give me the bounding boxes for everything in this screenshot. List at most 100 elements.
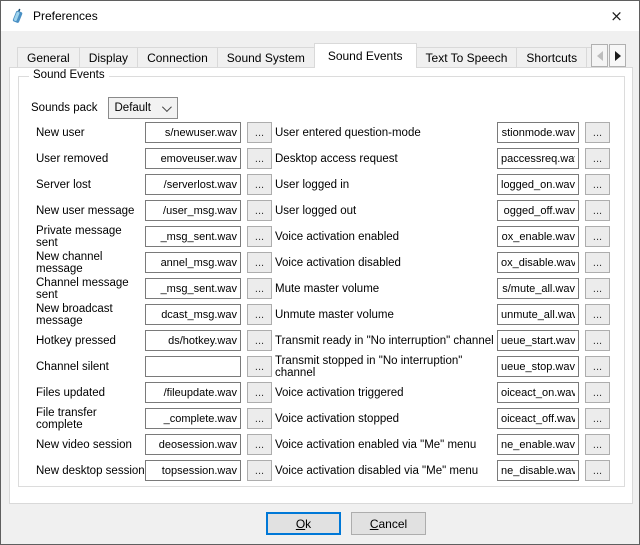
browse-button[interactable]: ... bbox=[247, 226, 272, 247]
browse-button[interactable]: ... bbox=[585, 382, 610, 403]
sound-file-input[interactable] bbox=[497, 304, 579, 325]
sound-event-row: New desktop session ... bbox=[36, 460, 272, 481]
sound-file-input[interactable] bbox=[497, 252, 579, 273]
tab-general[interactable]: General bbox=[17, 47, 80, 68]
sound-file-input[interactable] bbox=[145, 226, 241, 247]
sound-file-input[interactable] bbox=[497, 226, 579, 247]
tab-display[interactable]: Display bbox=[79, 47, 138, 68]
browse-button[interactable]: ... bbox=[585, 122, 610, 143]
sound-event-label: Mute master volume bbox=[275, 283, 497, 295]
sound-file-input[interactable] bbox=[145, 148, 241, 169]
browse-button[interactable]: ... bbox=[585, 408, 610, 429]
tab-scroll-right-button[interactable] bbox=[609, 44, 626, 67]
sound-file-input[interactable] bbox=[145, 330, 241, 351]
sound-file-input[interactable] bbox=[145, 174, 241, 195]
sound-event-row: New video session ... bbox=[36, 434, 272, 455]
sound-event-row: Transmit ready in "No interruption" chan… bbox=[275, 330, 610, 351]
tab-scroller bbox=[591, 44, 626, 67]
browse-button[interactable]: ... bbox=[585, 226, 610, 247]
cancel-button[interactable]: Cancel bbox=[351, 512, 426, 535]
sound-events-groupbox: Sound Events Sounds pack Default New use… bbox=[18, 76, 625, 487]
sound-event-label: User logged out bbox=[275, 205, 497, 217]
sound-event-label: User logged in bbox=[275, 179, 497, 191]
tab-shortcuts[interactable]: Shortcuts bbox=[516, 47, 587, 68]
sound-event-row: User entered question-mode ... bbox=[275, 122, 610, 143]
sound-file-input[interactable] bbox=[145, 434, 241, 455]
tab-sound-events[interactable]: Sound Events bbox=[314, 43, 417, 68]
sound-file-input[interactable] bbox=[497, 356, 579, 377]
sound-event-row: Channel silent ... bbox=[36, 356, 272, 377]
browse-button[interactable]: ... bbox=[247, 460, 272, 481]
sound-event-row: Channel message sent ... bbox=[36, 278, 272, 299]
browse-button[interactable]: ... bbox=[247, 356, 272, 377]
tab-sound-system[interactable]: Sound System bbox=[217, 47, 315, 68]
browse-button[interactable]: ... bbox=[247, 330, 272, 351]
browse-button[interactable]: ... bbox=[247, 148, 272, 169]
triangle-left-icon bbox=[597, 51, 603, 61]
browse-button[interactable]: ... bbox=[585, 200, 610, 221]
sound-file-input[interactable] bbox=[497, 200, 579, 221]
sound-file-input[interactable] bbox=[497, 174, 579, 195]
sound-event-row: File transfer complete ... bbox=[36, 408, 272, 429]
browse-button[interactable]: ... bbox=[247, 252, 272, 273]
close-button[interactable]: × bbox=[594, 1, 639, 30]
sound-event-row: Voice activation triggered ... bbox=[275, 382, 610, 403]
sound-event-row: Hotkey pressed ... bbox=[36, 330, 272, 351]
sound-file-input[interactable] bbox=[145, 356, 241, 377]
sounds-pack-value: Default bbox=[115, 102, 162, 114]
browse-button[interactable]: ... bbox=[247, 408, 272, 429]
sound-event-label: Voice activation triggered bbox=[275, 387, 497, 399]
browse-button[interactable]: ... bbox=[585, 460, 610, 481]
tab-page-sound-events: Sound Events Sounds pack Default New use… bbox=[9, 67, 633, 504]
browse-button[interactable]: ... bbox=[247, 278, 272, 299]
triangle-right-icon bbox=[615, 51, 621, 61]
browse-button[interactable]: ... bbox=[247, 200, 272, 221]
sound-file-input[interactable] bbox=[497, 330, 579, 351]
browse-button[interactable]: ... bbox=[585, 278, 610, 299]
sound-event-label: New broadcast message bbox=[36, 303, 145, 327]
sound-file-input[interactable] bbox=[497, 278, 579, 299]
sound-event-label: Voice activation enabled bbox=[275, 231, 497, 243]
sound-event-label: Desktop access request bbox=[275, 153, 497, 165]
sound-file-input[interactable] bbox=[145, 408, 241, 429]
browse-button[interactable]: ... bbox=[585, 356, 610, 377]
sound-file-input[interactable] bbox=[145, 460, 241, 481]
tab-connection[interactable]: Connection bbox=[137, 47, 218, 68]
sound-file-input[interactable] bbox=[145, 200, 241, 221]
sounds-pack-row: Sounds pack Default bbox=[31, 97, 178, 119]
tab-scroll-left-button[interactable] bbox=[591, 44, 608, 67]
browse-button[interactable]: ... bbox=[585, 330, 610, 351]
sound-file-input[interactable] bbox=[145, 122, 241, 143]
sound-event-label: Private message sent bbox=[36, 225, 145, 249]
sound-file-input[interactable] bbox=[145, 278, 241, 299]
sound-event-label: Transmit ready in "No interruption" chan… bbox=[275, 335, 497, 347]
ok-button[interactable]: Ok bbox=[266, 512, 341, 535]
browse-button[interactable]: ... bbox=[247, 304, 272, 325]
sound-file-input[interactable] bbox=[497, 460, 579, 481]
sounds-pack-combobox[interactable]: Default bbox=[108, 97, 178, 119]
sound-file-input[interactable] bbox=[145, 252, 241, 273]
sound-event-label: Files updated bbox=[36, 387, 145, 399]
sound-file-input[interactable] bbox=[145, 304, 241, 325]
browse-button[interactable]: ... bbox=[585, 434, 610, 455]
sound-file-input[interactable] bbox=[145, 382, 241, 403]
sound-event-label: Unmute master volume bbox=[275, 309, 497, 321]
browse-button[interactable]: ... bbox=[247, 122, 272, 143]
sound-file-input[interactable] bbox=[497, 382, 579, 403]
browse-button[interactable]: ... bbox=[585, 148, 610, 169]
sound-file-input[interactable] bbox=[497, 122, 579, 143]
sound-file-input[interactable] bbox=[497, 434, 579, 455]
sound-event-row: Server lost ... bbox=[36, 174, 272, 195]
browse-button[interactable]: ... bbox=[247, 434, 272, 455]
browse-button[interactable]: ... bbox=[585, 174, 610, 195]
tab-text-to-speech[interactable]: Text To Speech bbox=[416, 47, 518, 68]
browse-button[interactable]: ... bbox=[585, 304, 610, 325]
sound-events-column-right: User entered question-mode ... Desktop a… bbox=[275, 122, 610, 486]
browse-button[interactable]: ... bbox=[247, 174, 272, 195]
browse-button[interactable]: ... bbox=[247, 382, 272, 403]
browse-button[interactable]: ... bbox=[585, 252, 610, 273]
sound-file-input[interactable] bbox=[497, 148, 579, 169]
sound-event-row: Transmit stopped in "No interruption" ch… bbox=[275, 356, 610, 377]
sound-file-input[interactable] bbox=[497, 408, 579, 429]
sound-event-row: New broadcast message ... bbox=[36, 304, 272, 325]
